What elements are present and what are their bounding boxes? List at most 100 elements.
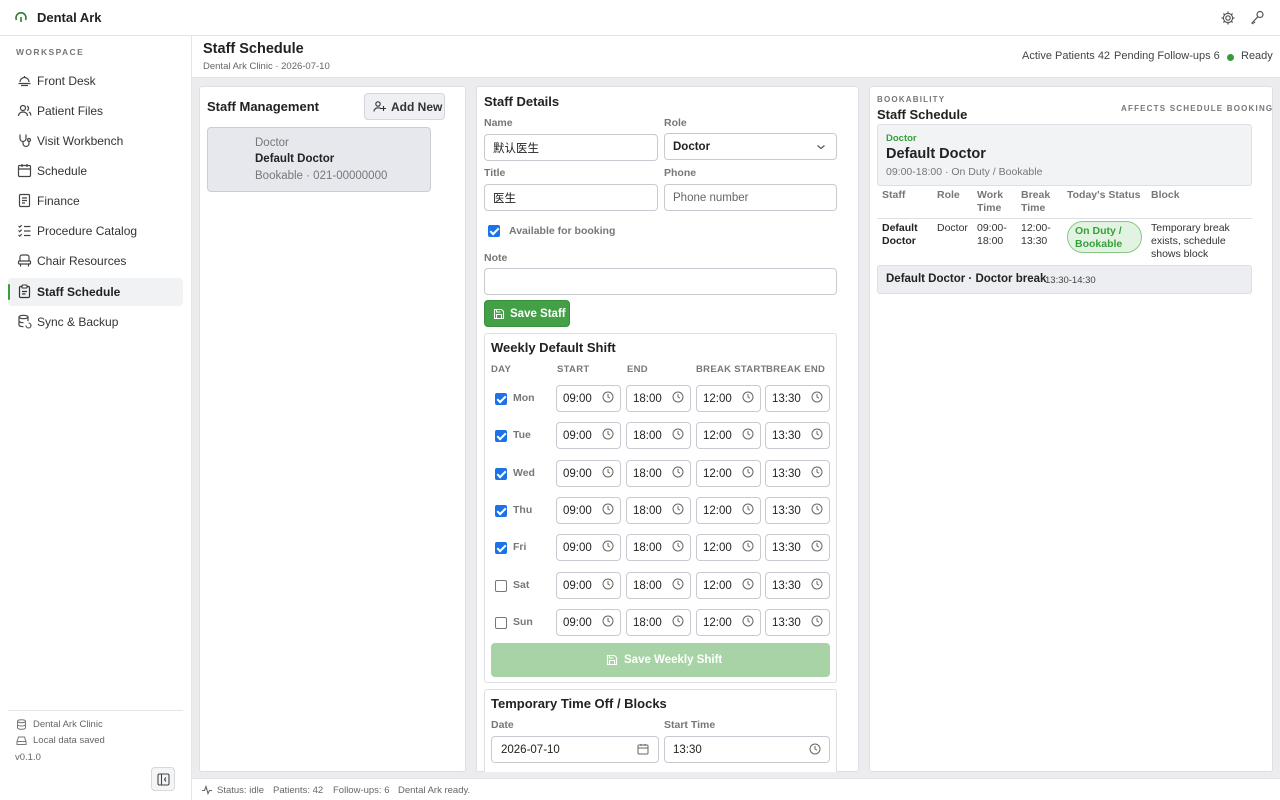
clock-icon xyxy=(602,428,614,440)
time-value: 18:00 xyxy=(633,580,662,592)
save-weekly-shift-button[interactable]: Save Weekly Shift xyxy=(491,643,830,677)
collapse-sidebar-button[interactable] xyxy=(151,767,175,791)
break-start-input[interactable]: 12:00 xyxy=(696,609,761,636)
staff-detail: Bookable · 021-00000000 xyxy=(255,170,388,182)
start-time-input[interactable]: 09:00 xyxy=(556,460,621,487)
calendar-icon xyxy=(17,164,32,178)
sidebar-item-sync-backup[interactable]: Sync & Backup xyxy=(8,308,183,336)
sidebar-section-title: WORKSPACE xyxy=(16,47,85,57)
start-time-input[interactable]: 09:00 xyxy=(556,497,621,524)
clock-icon xyxy=(742,615,754,627)
start-time-input[interactable]: 09:00 xyxy=(556,534,621,561)
break-end-input[interactable]: 13:30 xyxy=(765,497,830,524)
start-time-input[interactable]: 09:00 xyxy=(556,385,621,412)
bookability-title: Staff Schedule xyxy=(877,107,968,122)
end-time-input[interactable]: 18:00 xyxy=(626,572,691,599)
time-value: 13:30 xyxy=(772,468,801,480)
sidebar-item-staff-schedule[interactable]: Staff Schedule xyxy=(8,278,183,306)
break-end-input[interactable]: 13:30 xyxy=(765,460,830,487)
clock-icon xyxy=(742,578,754,590)
clock-icon xyxy=(602,615,614,627)
break-end-input[interactable]: 13:30 xyxy=(765,609,830,636)
end-time-input[interactable]: 18:00 xyxy=(626,422,691,449)
day-enabled-checkbox[interactable] xyxy=(495,393,507,405)
available-for-booking-checkbox[interactable] xyxy=(488,225,500,237)
shift-row-sun: Sun 09:00 18:00 12:00 13:30 xyxy=(492,609,832,636)
break-start-input[interactable]: 12:00 xyxy=(696,385,761,412)
sidebar-item-schedule[interactable]: Schedule xyxy=(8,157,183,185)
role-label: Role xyxy=(664,117,687,129)
break-start-input[interactable]: 12:00 xyxy=(696,497,761,524)
break-end-input[interactable]: 13:30 xyxy=(765,385,830,412)
day-enabled-checkbox[interactable] xyxy=(495,617,507,629)
status-followups: Follow-ups: 6 xyxy=(333,785,390,796)
end-time-input[interactable]: 18:00 xyxy=(626,385,691,412)
end-time-input[interactable]: 18:00 xyxy=(626,609,691,636)
date-input[interactable]: 2026-07-10 xyxy=(491,736,659,763)
end-time-input[interactable]: 18:00 xyxy=(626,534,691,561)
break-end-input[interactable]: 13:30 xyxy=(765,422,830,449)
time-value: 18:00 xyxy=(633,430,662,442)
sidebar-item-front-desk[interactable]: Front Desk xyxy=(8,67,183,95)
note-label: Note xyxy=(484,252,508,264)
hard-drive-icon xyxy=(16,736,27,745)
clock-icon xyxy=(602,540,614,552)
end-time-input[interactable]: 18:00 xyxy=(626,460,691,487)
sidebar-item-visit-workbench[interactable]: Visit Workbench xyxy=(8,127,183,155)
break-start-input[interactable]: 12:00 xyxy=(696,572,761,599)
monitor-icon xyxy=(18,76,31,87)
time-value: 12:00 xyxy=(703,468,732,480)
block-entry[interactable]: Default Doctor · Doctor break 13:30-14:3… xyxy=(877,265,1252,294)
block-start-time-input[interactable]: 13:30 xyxy=(664,736,830,763)
clock-icon xyxy=(672,466,684,478)
start-time-input[interactable]: 09:00 xyxy=(556,609,621,636)
block-entry-time: 13:30-14:30 xyxy=(1045,275,1096,286)
sidebar-item-procedure-catalog[interactable]: Procedure Catalog xyxy=(8,217,183,245)
chevron-down-icon xyxy=(817,145,825,150)
role-select[interactable]: Doctor xyxy=(664,133,837,160)
sidebar-item-label: Schedule xyxy=(37,164,88,178)
time-value: 09:00 xyxy=(563,580,592,592)
break-end-input[interactable]: 13:30 xyxy=(765,534,830,561)
clock-icon xyxy=(811,578,823,590)
day-enabled-checkbox[interactable] xyxy=(495,580,507,592)
shift-row-fri: Fri 09:00 18:00 12:00 13:30 xyxy=(492,534,832,561)
name-input[interactable] xyxy=(484,134,658,161)
break-start-input[interactable]: 12:00 xyxy=(696,460,761,487)
time-value: 09:00 xyxy=(563,393,592,405)
break-start-input[interactable]: 12:00 xyxy=(696,422,761,449)
end-time-input[interactable]: 18:00 xyxy=(626,497,691,524)
col-header-break-start: BREAK START xyxy=(696,364,767,375)
save-staff-button[interactable]: Save Staff xyxy=(484,300,570,327)
sidebar-item-chair-resources[interactable]: Chair Resources xyxy=(8,247,183,275)
day-enabled-checkbox[interactable] xyxy=(495,505,507,517)
sidebar-item-finance[interactable]: Finance xyxy=(8,187,183,215)
calendar-icon xyxy=(637,744,649,755)
add-new-staff-button[interactable]: Add New xyxy=(364,93,445,120)
footer-clinic-name: Dental Ark Clinic xyxy=(33,719,103,730)
sidebar-item-patient-files[interactable]: Patient Files xyxy=(8,97,183,125)
col-header-break-end: BREAK END xyxy=(766,364,826,375)
bookability-kicker: BOOKABILITY xyxy=(877,95,946,104)
clock-icon xyxy=(602,503,614,515)
clock-icon xyxy=(602,578,614,590)
break-start-input[interactable]: 12:00 xyxy=(696,534,761,561)
staff-list-item[interactable]: Doctor Default Doctor Bookable · 021-000… xyxy=(207,127,431,192)
title-input[interactable] xyxy=(484,184,658,211)
day-enabled-checkbox[interactable] xyxy=(495,542,507,554)
time-value: 13:30 xyxy=(772,617,801,629)
settings-gear-icon[interactable] xyxy=(1220,10,1236,26)
cell-staff-line2: Doctor xyxy=(882,235,916,247)
phone-input[interactable] xyxy=(664,184,837,211)
footer-saved-status: Local data saved xyxy=(33,735,105,746)
user-plus-icon xyxy=(373,101,386,112)
day-enabled-checkbox[interactable] xyxy=(495,430,507,442)
start-time-input[interactable]: 09:00 xyxy=(556,572,621,599)
date-value: 2026-07-10 xyxy=(501,744,560,756)
start-time-input[interactable]: 09:00 xyxy=(556,422,621,449)
key-user-icon[interactable] xyxy=(1249,9,1266,26)
break-end-input[interactable]: 13:30 xyxy=(765,572,830,599)
day-enabled-checkbox[interactable] xyxy=(495,468,507,480)
note-input[interactable] xyxy=(484,268,837,295)
sidebar-item-label: Staff Schedule xyxy=(37,285,121,299)
